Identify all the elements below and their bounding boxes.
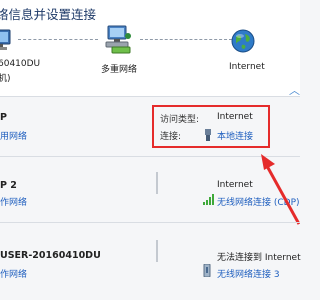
wireless-adapter-icon	[203, 264, 211, 277]
multiple-networks-label: 多重网络	[101, 65, 138, 75]
wireless-signal-icon	[203, 194, 214, 205]
network-type-link[interactable]: 用网络	[0, 129, 27, 142]
network-type-link[interactable]: 作网络	[0, 195, 27, 208]
connection-line	[140, 39, 232, 40]
connection-link[interactable]: 无线网络连接 3	[217, 267, 280, 280]
red-arrow-icon	[261, 154, 300, 225]
multiple-networks-icon[interactable]	[104, 24, 134, 56]
access-type-value: Internet	[217, 180, 253, 190]
network-name: P	[0, 112, 7, 123]
computer-sub-label: 机)	[0, 74, 11, 84]
divider-tick	[156, 172, 158, 194]
network-type-link[interactable]: 作网络	[0, 267, 27, 280]
internet-globe-icon[interactable]	[230, 28, 256, 54]
network-name: P 2	[0, 180, 17, 191]
computer-icon	[0, 29, 11, 50]
divider-tick	[156, 240, 158, 262]
internet-label: Internet	[229, 62, 265, 72]
page-title: 络信息并设置连接	[0, 7, 97, 22]
connection-line	[18, 39, 98, 40]
divider	[0, 222, 300, 223]
access-type-value: 无法连接到 Internet	[217, 253, 301, 263]
computer-name-label: 60410DU	[0, 59, 41, 69]
highlight-box	[152, 105, 270, 148]
network-name: USER-20160410DU	[0, 250, 101, 261]
